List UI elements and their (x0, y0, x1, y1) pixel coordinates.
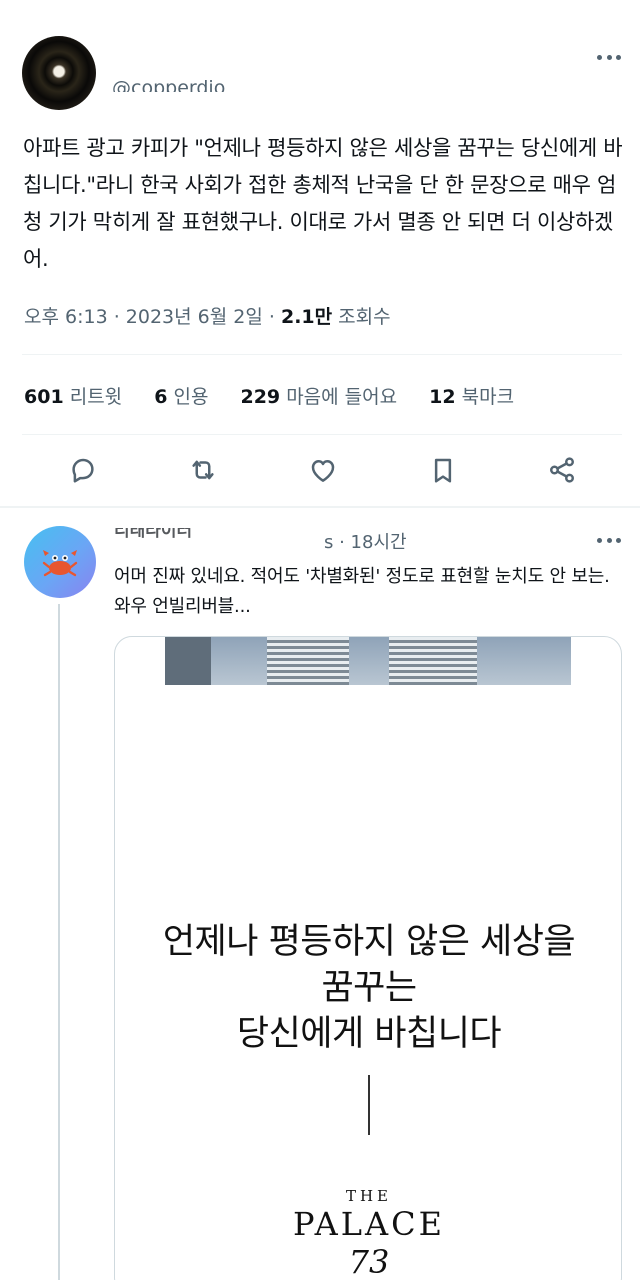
meta-separator: · (107, 306, 126, 328)
bookmarks-label: 북마크 (455, 386, 515, 408)
building-shape (389, 637, 477, 685)
views-count: 2.1만 (280, 306, 333, 328)
reply-more-options-icon[interactable] (597, 535, 621, 545)
bookmarks-stat[interactable]: 12 북마크 (429, 386, 514, 408)
ad-headline-line: 언제나 평등하지 않은 세상을 (162, 922, 576, 962)
ad-headline: 언제나 평등하지 않은 세상을 꿈꾸는 당신에게 바칩니다 (115, 919, 621, 1057)
divider (22, 354, 622, 355)
brand-name: PALACE (293, 1205, 445, 1243)
more-options-icon[interactable] (597, 52, 621, 62)
tweet-text: 아파트 광고 카피가 "언제나 평등하지 않은 세상을 꿈꾸는 당신에게 바칩니… (23, 136, 623, 271)
crab-icon (42, 550, 78, 577)
views-label: 조회수 (332, 306, 391, 328)
divider (22, 434, 622, 435)
likes-count: 229 (240, 386, 281, 408)
reply-image-card[interactable]: 언제나 평등하지 않은 세상을 꿈꾸는 당신에게 바칩니다 THE PALACE… (114, 636, 622, 1280)
bookmark-icon[interactable] (427, 454, 459, 486)
quotes-stat[interactable]: 6 인용 (154, 386, 208, 408)
brand-article: THE (345, 1187, 393, 1205)
brand-number: 73 (348, 1243, 390, 1280)
like-icon[interactable] (307, 454, 339, 486)
building-shape (165, 637, 211, 685)
retweets-count: 601 (24, 386, 64, 408)
retweets-label: 리트윗 (63, 386, 123, 408)
quotes-count: 6 (154, 386, 168, 408)
reply-time[interactable]: s · 18시간 (324, 528, 407, 554)
building-photo (165, 637, 571, 685)
reply-author-avatar[interactable] (24, 526, 96, 598)
author-avatar[interactable] (22, 36, 96, 110)
tweet-time[interactable]: 오후 6:13 (24, 306, 108, 328)
retweet-icon[interactable] (187, 454, 219, 486)
section-separator (0, 506, 640, 508)
tweet-date[interactable]: 2023년 6월 2일 (126, 306, 263, 328)
likes-label: 마음에 들어요 (280, 386, 398, 408)
engagement-stats: 601 리트윗 6 인용 229 마음에 들어요 12 북마크 (24, 382, 540, 409)
reply-icon[interactable] (67, 454, 99, 486)
ad-headline-line: 꿈꾸는 (321, 968, 417, 1008)
thread-line (58, 604, 60, 1280)
retweets-stat[interactable]: 601 리트윗 (24, 386, 122, 408)
reply-author-name[interactable]: 티태라이터 (114, 528, 314, 540)
quotes-label: 인용 (167, 386, 209, 408)
bookmarks-count: 12 (429, 386, 456, 408)
ad-headline-line: 당신에게 바칩니다 (236, 1014, 502, 1054)
share-icon[interactable] (546, 454, 578, 486)
vertical-divider (368, 1075, 370, 1135)
meta-separator: · (262, 306, 281, 328)
reply-text: 어머 진짜 있네요. 적어도 '차별화된' 정도로 표현할 눈치도 안 보는. … (114, 566, 610, 617)
likes-stat[interactable]: 229 마음에 들어요 (240, 386, 397, 408)
author-handle[interactable]: @copperdio (112, 74, 225, 92)
building-shape (267, 637, 349, 685)
tweet-meta: 오후 6:13 · 2023년 6월 2일 · 2.1만 조회수 (24, 302, 391, 329)
